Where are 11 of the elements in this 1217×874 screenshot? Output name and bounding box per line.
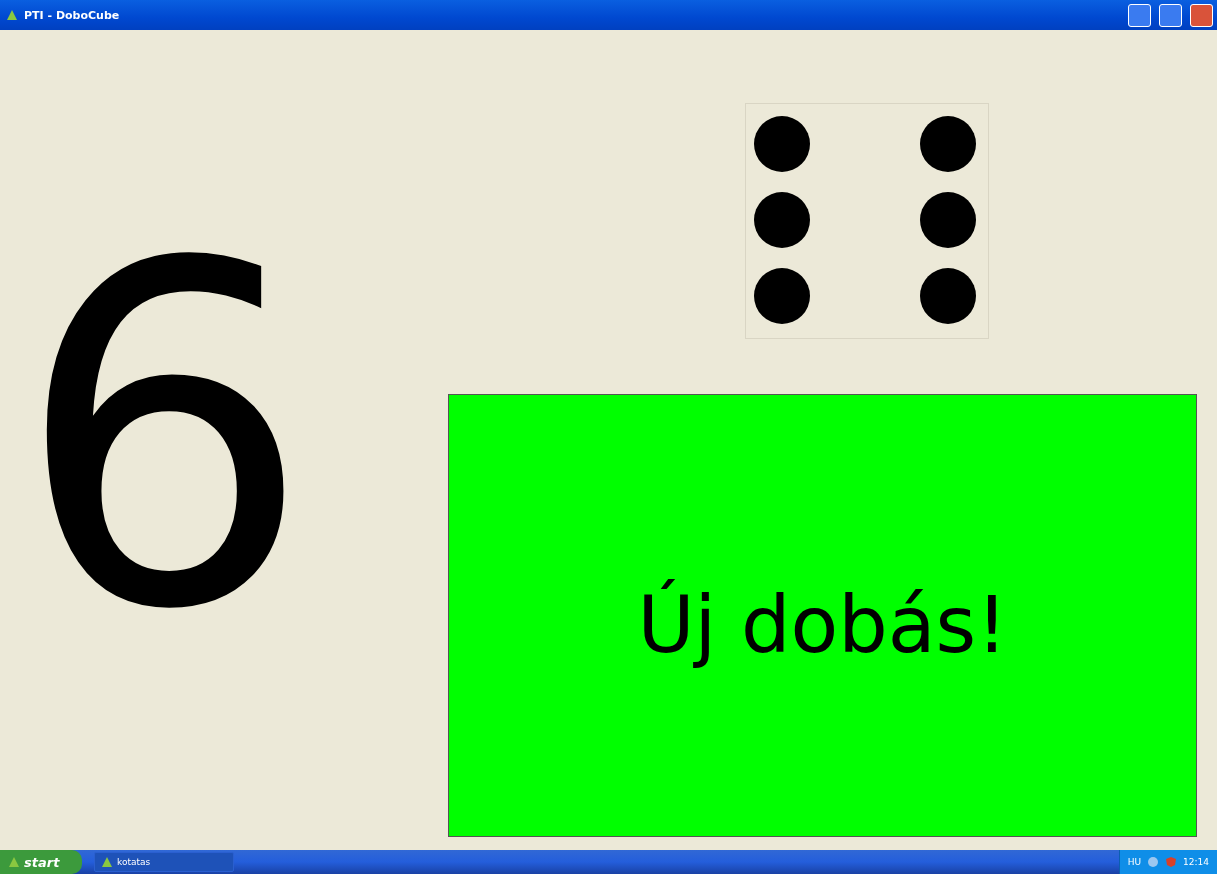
app-icon <box>101 856 113 868</box>
minimize-button[interactable] <box>1128 3 1151 27</box>
start-button[interactable]: start <box>0 850 82 874</box>
result-number: 6 <box>14 204 304 674</box>
roll-button[interactable]: Új dobás! <box>448 394 1197 837</box>
app-icon <box>6 9 18 21</box>
window-title: PTI - DoboCube <box>24 8 121 22</box>
maximize-button[interactable] <box>1159 3 1182 27</box>
close-button[interactable] <box>1190 3 1213 27</box>
clock: 12:14 <box>1183 857 1209 867</box>
taskbar-item[interactable]: kotatas <box>94 852 234 872</box>
